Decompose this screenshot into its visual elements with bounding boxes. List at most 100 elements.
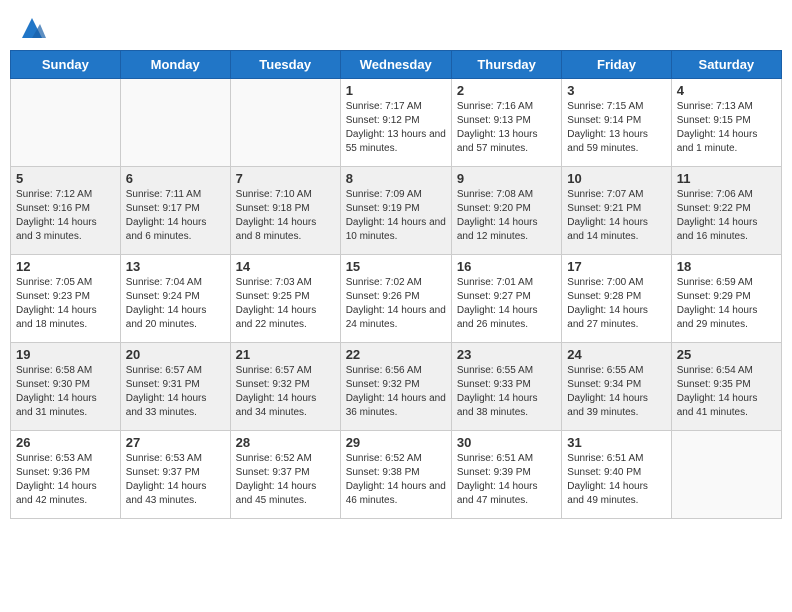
day-number: 17 [567, 259, 665, 274]
day-number: 24 [567, 347, 665, 362]
day-number: 2 [457, 83, 556, 98]
day-number: 27 [126, 435, 225, 450]
calendar-cell: 30 Sunrise: 6:51 AM Sunset: 9:39 PM Dayli… [451, 431, 561, 519]
day-number: 1 [346, 83, 446, 98]
calendar-cell: 21 Sunrise: 6:57 AM Sunset: 9:32 PM Dayli… [230, 343, 340, 431]
day-info: Sunrise: 6:59 AM Sunset: 9:29 PM Dayligh… [677, 276, 776, 332]
day-number: 22 [346, 347, 446, 362]
calendar-cell: 5 Sunrise: 7:12 AM Sunset: 9:16 PM Daylig… [11, 167, 121, 255]
day-info: Sunrise: 6:51 AM Sunset: 9:39 PM Dayligh… [457, 452, 556, 508]
calendar-cell: 15 Sunrise: 7:02 AM Sunset: 9:26 PM Dayli… [340, 255, 451, 343]
calendar-cell: 7 Sunrise: 7:10 AM Sunset: 9:18 PM Daylig… [230, 167, 340, 255]
day-number: 9 [457, 171, 556, 186]
day-number: 16 [457, 259, 556, 274]
calendar-header-tuesday: Tuesday [230, 51, 340, 79]
calendar-cell: 26 Sunrise: 6:53 AM Sunset: 9:36 PM Dayli… [11, 431, 121, 519]
calendar-cell: 10Sunrise: 7:07 AM Sunset: 9:21 PM Dayli… [562, 167, 671, 255]
day-number: 6 [126, 171, 225, 186]
calendar-cell: 6 Sunrise: 7:11 AM Sunset: 9:17 PM Daylig… [120, 167, 230, 255]
day-number: 29 [346, 435, 446, 450]
calendar-cell: 23 Sunrise: 6:55 AM Sunset: 9:33 PM Dayli… [451, 343, 561, 431]
calendar-cell: 17 Sunrise: 7:00 AM Sunset: 9:28 PM Dayli… [562, 255, 671, 343]
day-number: 12 [16, 259, 115, 274]
day-info: Sunrise: 7:11 AM Sunset: 9:17 PM Dayligh… [126, 188, 225, 244]
day-number: 21 [236, 347, 335, 362]
calendar-cell: 1Sunrise: 7:17 AM Sunset: 9:12 PM Daylig… [340, 79, 451, 167]
day-info: Sunrise: 7:06 AM Sunset: 9:22 PM Dayligh… [677, 188, 776, 244]
day-info: Sunrise: 7:03 AM Sunset: 9:25 PM Dayligh… [236, 276, 335, 332]
day-info: Sunrise: 7:10 AM Sunset: 9:18 PM Dayligh… [236, 188, 335, 244]
day-info: Sunrise: 7:16 AM Sunset: 9:13 PM Dayligh… [457, 100, 556, 156]
calendar-cell: 11 Sunrise: 7:06 AM Sunset: 9:22 PM Dayli… [671, 167, 781, 255]
day-number: 15 [346, 259, 446, 274]
calendar-cell: 16 Sunrise: 7:01 AM Sunset: 9:27 PM Dayli… [451, 255, 561, 343]
day-info: Sunrise: 6:55 AM Sunset: 9:34 PM Dayligh… [567, 364, 665, 420]
day-number: 23 [457, 347, 556, 362]
calendar-week-row: 12 Sunrise: 7:05 AM Sunset: 9:23 PM Dayli… [11, 255, 782, 343]
calendar-header-thursday: Thursday [451, 51, 561, 79]
calendar-week-row: 1Sunrise: 7:17 AM Sunset: 9:12 PM Daylig… [11, 79, 782, 167]
day-info: Sunrise: 6:57 AM Sunset: 9:31 PM Dayligh… [126, 364, 225, 420]
day-number: 11 [677, 171, 776, 186]
day-number: 5 [16, 171, 115, 186]
calendar-cell: 28Sunrise: 6:52 AM Sunset: 9:37 PM Dayli… [230, 431, 340, 519]
day-info: Sunrise: 6:54 AM Sunset: 9:35 PM Dayligh… [677, 364, 776, 420]
day-info: Sunrise: 7:00 AM Sunset: 9:28 PM Dayligh… [567, 276, 665, 332]
day-number: 25 [677, 347, 776, 362]
calendar-cell [11, 79, 121, 167]
day-number: 31 [567, 435, 665, 450]
calendar-header-sunday: Sunday [11, 51, 121, 79]
day-info: Sunrise: 6:57 AM Sunset: 9:32 PM Dayligh… [236, 364, 335, 420]
day-number: 14 [236, 259, 335, 274]
logo-icon [18, 14, 46, 42]
day-info: Sunrise: 7:15 AM Sunset: 9:14 PM Dayligh… [567, 100, 665, 156]
day-number: 4 [677, 83, 776, 98]
day-info: Sunrise: 6:58 AM Sunset: 9:30 PM Dayligh… [16, 364, 115, 420]
day-info: Sunrise: 7:04 AM Sunset: 9:24 PM Dayligh… [126, 276, 225, 332]
calendar-cell: 4 Sunrise: 7:13 AM Sunset: 9:15 PM Daylig… [671, 79, 781, 167]
calendar-header-monday: Monday [120, 51, 230, 79]
day-info: Sunrise: 6:53 AM Sunset: 9:37 PM Dayligh… [126, 452, 225, 508]
day-info: Sunrise: 7:12 AM Sunset: 9:16 PM Dayligh… [16, 188, 115, 244]
day-info: Sunrise: 7:07 AM Sunset: 9:21 PM Dayligh… [567, 188, 665, 244]
calendar-cell: 31 Sunrise: 6:51 AM Sunset: 9:40 PM Dayli… [562, 431, 671, 519]
day-number: 20 [126, 347, 225, 362]
calendar-cell: 2 Sunrise: 7:16 AM Sunset: 9:13 PM Daylig… [451, 79, 561, 167]
day-info: Sunrise: 7:08 AM Sunset: 9:20 PM Dayligh… [457, 188, 556, 244]
day-number: 3 [567, 83, 665, 98]
day-info: Sunrise: 6:52 AM Sunset: 9:37 PM Dayligh… [236, 452, 335, 508]
day-number: 26 [16, 435, 115, 450]
calendar-cell: 27 Sunrise: 6:53 AM Sunset: 9:37 PM Dayli… [120, 431, 230, 519]
calendar-cell: 12 Sunrise: 7:05 AM Sunset: 9:23 PM Dayli… [11, 255, 121, 343]
calendar-cell: 24 Sunrise: 6:55 AM Sunset: 9:34 PM Dayli… [562, 343, 671, 431]
calendar-cell: 25 Sunrise: 6:54 AM Sunset: 9:35 PM Dayli… [671, 343, 781, 431]
day-info: Sunrise: 6:53 AM Sunset: 9:36 PM Dayligh… [16, 452, 115, 508]
day-number: 8 [346, 171, 446, 186]
day-number: 7 [236, 171, 335, 186]
calendar-week-row: 26 Sunrise: 6:53 AM Sunset: 9:36 PM Dayli… [11, 431, 782, 519]
calendar-cell [671, 431, 781, 519]
calendar-cell: 20 Sunrise: 6:57 AM Sunset: 9:31 PM Dayli… [120, 343, 230, 431]
logo [14, 14, 46, 42]
calendar-cell: 3 Sunrise: 7:15 AM Sunset: 9:14 PM Daylig… [562, 79, 671, 167]
day-info: Sunrise: 7:05 AM Sunset: 9:23 PM Dayligh… [16, 276, 115, 332]
day-number: 30 [457, 435, 556, 450]
day-info: Sunrise: 7:02 AM Sunset: 9:26 PM Dayligh… [346, 276, 446, 332]
calendar-cell: 13 Sunrise: 7:04 AM Sunset: 9:24 PM Dayli… [120, 255, 230, 343]
day-info: Sunrise: 6:55 AM Sunset: 9:33 PM Dayligh… [457, 364, 556, 420]
day-info: Sunrise: 7:13 AM Sunset: 9:15 PM Dayligh… [677, 100, 776, 156]
day-number: 13 [126, 259, 225, 274]
calendar-cell [120, 79, 230, 167]
calendar-cell: 14 Sunrise: 7:03 AM Sunset: 9:25 PM Dayli… [230, 255, 340, 343]
calendar-cell: 8 Sunrise: 7:09 AM Sunset: 9:19 PM Daylig… [340, 167, 451, 255]
calendar-table: SundayMondayTuesdayWednesdayThursdayFrid… [10, 50, 782, 519]
calendar-header-wednesday: Wednesday [340, 51, 451, 79]
calendar-cell: 9 Sunrise: 7:08 AM Sunset: 9:20 PM Daylig… [451, 167, 561, 255]
day-info: Sunrise: 7:01 AM Sunset: 9:27 PM Dayligh… [457, 276, 556, 332]
calendar-cell [230, 79, 340, 167]
day-info: Sunrise: 6:51 AM Sunset: 9:40 PM Dayligh… [567, 452, 665, 508]
calendar-header-saturday: Saturday [671, 51, 781, 79]
calendar-cell: 22 Sunrise: 6:56 AM Sunset: 9:32 PM Dayli… [340, 343, 451, 431]
day-info: Sunrise: 7:09 AM Sunset: 9:19 PM Dayligh… [346, 188, 446, 244]
day-info: Sunrise: 6:56 AM Sunset: 9:32 PM Dayligh… [346, 364, 446, 420]
